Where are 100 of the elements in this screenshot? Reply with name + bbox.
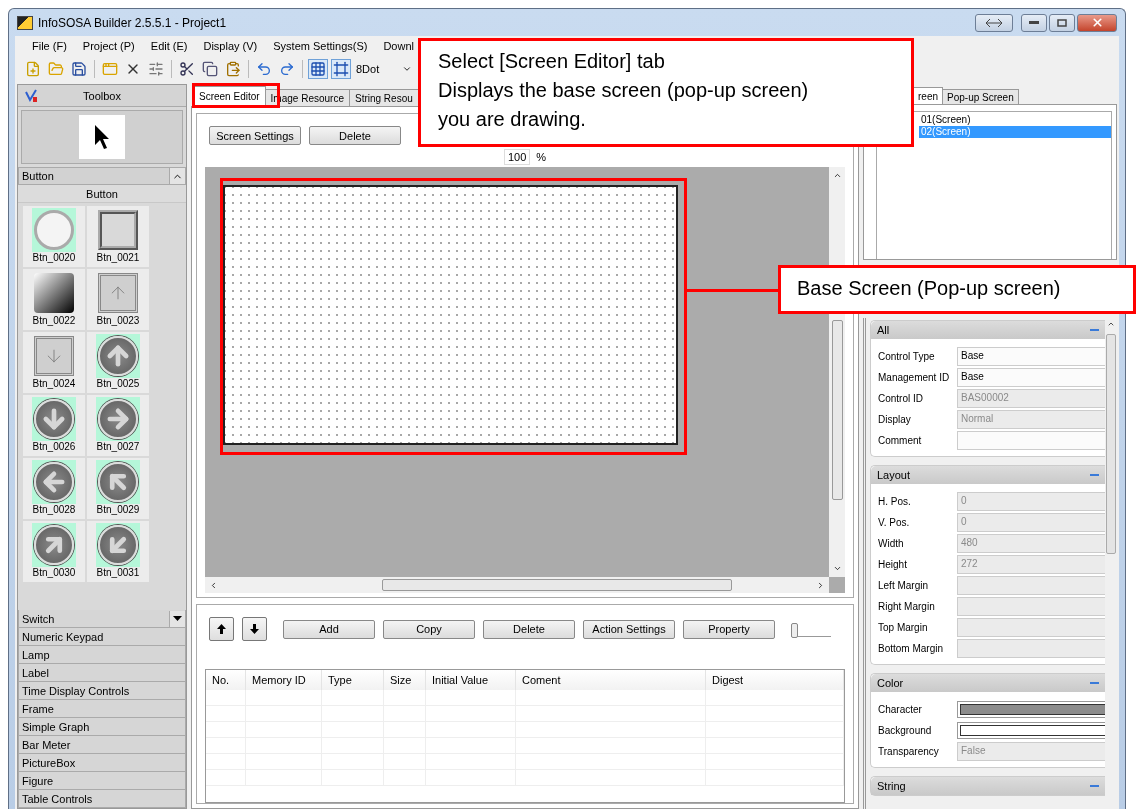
grid-icon[interactable] xyxy=(308,59,328,79)
property-label: Top Margin xyxy=(878,622,929,633)
up-right-arrow-icon xyxy=(32,523,76,567)
grid-size-dropdown[interactable]: 8Dot xyxy=(354,59,414,79)
toolbar-button[interactable]: Delete xyxy=(309,126,401,145)
scroll-right-icon[interactable] xyxy=(816,580,825,590)
toolbox-category[interactable]: Numeric Keypad xyxy=(18,628,186,646)
down-arrow-icon xyxy=(32,397,76,441)
scroll-down-icon[interactable] xyxy=(832,564,842,573)
column-header[interactable]: Initial Value xyxy=(426,670,516,690)
scrollbar-thumb[interactable] xyxy=(1106,334,1116,554)
column-header[interactable]: Memory ID xyxy=(246,670,322,690)
toolbox-item[interactable]: Btn_0028 xyxy=(23,458,85,519)
section-title: All xyxy=(877,324,890,336)
menu-item[interactable]: Project (P) xyxy=(75,38,142,54)
settings-icon[interactable] xyxy=(146,59,166,79)
tab[interactable]: String Resou xyxy=(348,89,419,106)
toolbar-button[interactable]: Property xyxy=(683,619,775,639)
property-label: Management ID xyxy=(878,372,951,383)
zoom-field[interactable]: 100 xyxy=(503,149,531,165)
menu-item[interactable]: Downl xyxy=(376,38,421,54)
toolbox-item[interactable]: Btn_0026 xyxy=(23,395,85,456)
zoom-unit: % xyxy=(536,151,547,163)
scroll-left-icon[interactable] xyxy=(209,580,218,590)
toolbox-category[interactable]: Frame xyxy=(18,700,186,718)
right-arrow-icon xyxy=(96,397,140,441)
down-arrow-icon xyxy=(250,624,259,634)
column-header[interactable]: Type xyxy=(322,670,384,690)
move-up-button[interactable] xyxy=(209,617,234,641)
toolbox-item[interactable]: Btn_0025 xyxy=(87,332,149,393)
up-arrow-icon xyxy=(96,334,140,378)
column-header[interactable]: Coment xyxy=(516,670,706,690)
toolbox-category[interactable]: Label xyxy=(18,664,186,682)
toolbox-icon xyxy=(24,89,38,103)
section-title: String xyxy=(877,780,906,792)
property-label: Control Type xyxy=(878,351,936,362)
toolbox-item[interactable]: Btn_0029 xyxy=(87,458,149,519)
column-header[interactable]: No. xyxy=(206,670,246,690)
maximize-button[interactable] xyxy=(1049,13,1075,32)
pointer-tool[interactable] xyxy=(21,110,183,164)
column-header[interactable]: Size xyxy=(384,670,426,690)
minimize-button[interactable] xyxy=(1021,13,1047,32)
column-header[interactable]: Digest xyxy=(706,670,844,690)
tab[interactable]: Pop-up Screen xyxy=(942,89,1019,104)
snap-icon[interactable] xyxy=(331,59,351,79)
menu-item[interactable]: File (F) xyxy=(25,38,74,54)
toolbar-button[interactable]: Add xyxy=(283,619,375,639)
toolbox-item[interactable]: Btn_0024 xyxy=(23,332,85,393)
section-title: Color xyxy=(877,677,904,689)
toolbox-item[interactable]: Btn_0020 xyxy=(23,206,85,267)
toolbox-group[interactable]: Button xyxy=(18,167,186,185)
property-label: V. Pos. xyxy=(878,517,911,528)
property-field[interactable] xyxy=(957,431,1105,450)
up-arrow-icon xyxy=(217,624,226,634)
property-label: Transparency xyxy=(878,746,940,757)
save-icon[interactable] xyxy=(69,59,89,79)
list-item[interactable]: 01(Screen) xyxy=(919,114,971,126)
property-field[interactable]: Base xyxy=(957,368,1105,387)
horizontal-scrollbar[interactable] xyxy=(205,577,829,593)
tab[interactable]: Screen Editor xyxy=(193,86,266,106)
toolbox-category[interactable]: Time Display Controls xyxy=(18,682,186,700)
toolbox-category[interactable]: Simple Graph xyxy=(18,718,186,736)
scroll-up-icon[interactable] xyxy=(1107,320,1115,328)
scroll-up-icon[interactable] xyxy=(832,171,842,180)
toolbar-button[interactable]: Copy xyxy=(383,619,475,639)
property-label: Background xyxy=(878,725,933,736)
callout-text: Select [Screen Editor] tab xyxy=(438,49,666,74)
pointer-icon xyxy=(94,124,110,150)
scrollbar-thumb[interactable] xyxy=(831,320,843,500)
toolbox-item[interactable]: Btn_0031 xyxy=(87,521,149,582)
toolbox-category[interactable]: Bar Meter xyxy=(18,736,186,754)
square-button-icon xyxy=(96,208,140,252)
toolbox-item[interactable]: Btn_0023 xyxy=(87,269,149,330)
toolbox-category[interactable]: Table Controls xyxy=(18,790,186,808)
toolbar-button[interactable]: Action Settings xyxy=(583,619,675,639)
down-left-arrow-icon xyxy=(96,523,140,567)
property-field[interactable]: Base xyxy=(957,347,1105,366)
tab[interactable]: reen xyxy=(913,87,943,104)
property-label: Height xyxy=(878,559,908,570)
close-button[interactable] xyxy=(1077,13,1117,32)
switch-button[interactable] xyxy=(975,13,1013,32)
toolbar-button[interactable]: Screen Settings xyxy=(209,126,301,145)
toolbar-button[interactable]: Delete xyxy=(483,619,575,639)
menu-item[interactable]: System Settings(S) xyxy=(266,38,375,54)
copy-icon[interactable] xyxy=(200,59,220,79)
zoom-slider[interactable] xyxy=(791,621,831,637)
callout-text: you are drawing. xyxy=(438,107,587,132)
toolbox-category[interactable]: Lamp xyxy=(18,646,186,664)
toolbox-item[interactable]: Btn_0021 xyxy=(87,206,149,267)
toolbox-category[interactable]: Figure xyxy=(18,772,186,790)
move-down-button[interactable] xyxy=(242,617,267,641)
scrollbar-thumb[interactable] xyxy=(382,579,732,591)
toolbox-category[interactable]: Switch xyxy=(18,610,186,628)
toolbox-item[interactable]: Btn_0027 xyxy=(87,395,149,456)
menu-item[interactable]: Display (V) xyxy=(196,38,265,54)
menu-item[interactable]: Edit (E) xyxy=(143,38,195,54)
toolbox-item[interactable]: Btn_0022 xyxy=(23,269,85,330)
toolbox-category[interactable]: PictureBox xyxy=(18,754,186,772)
toolbox-item[interactable]: Btn_0030 xyxy=(23,521,85,582)
slider-thumb[interactable] xyxy=(791,623,798,638)
